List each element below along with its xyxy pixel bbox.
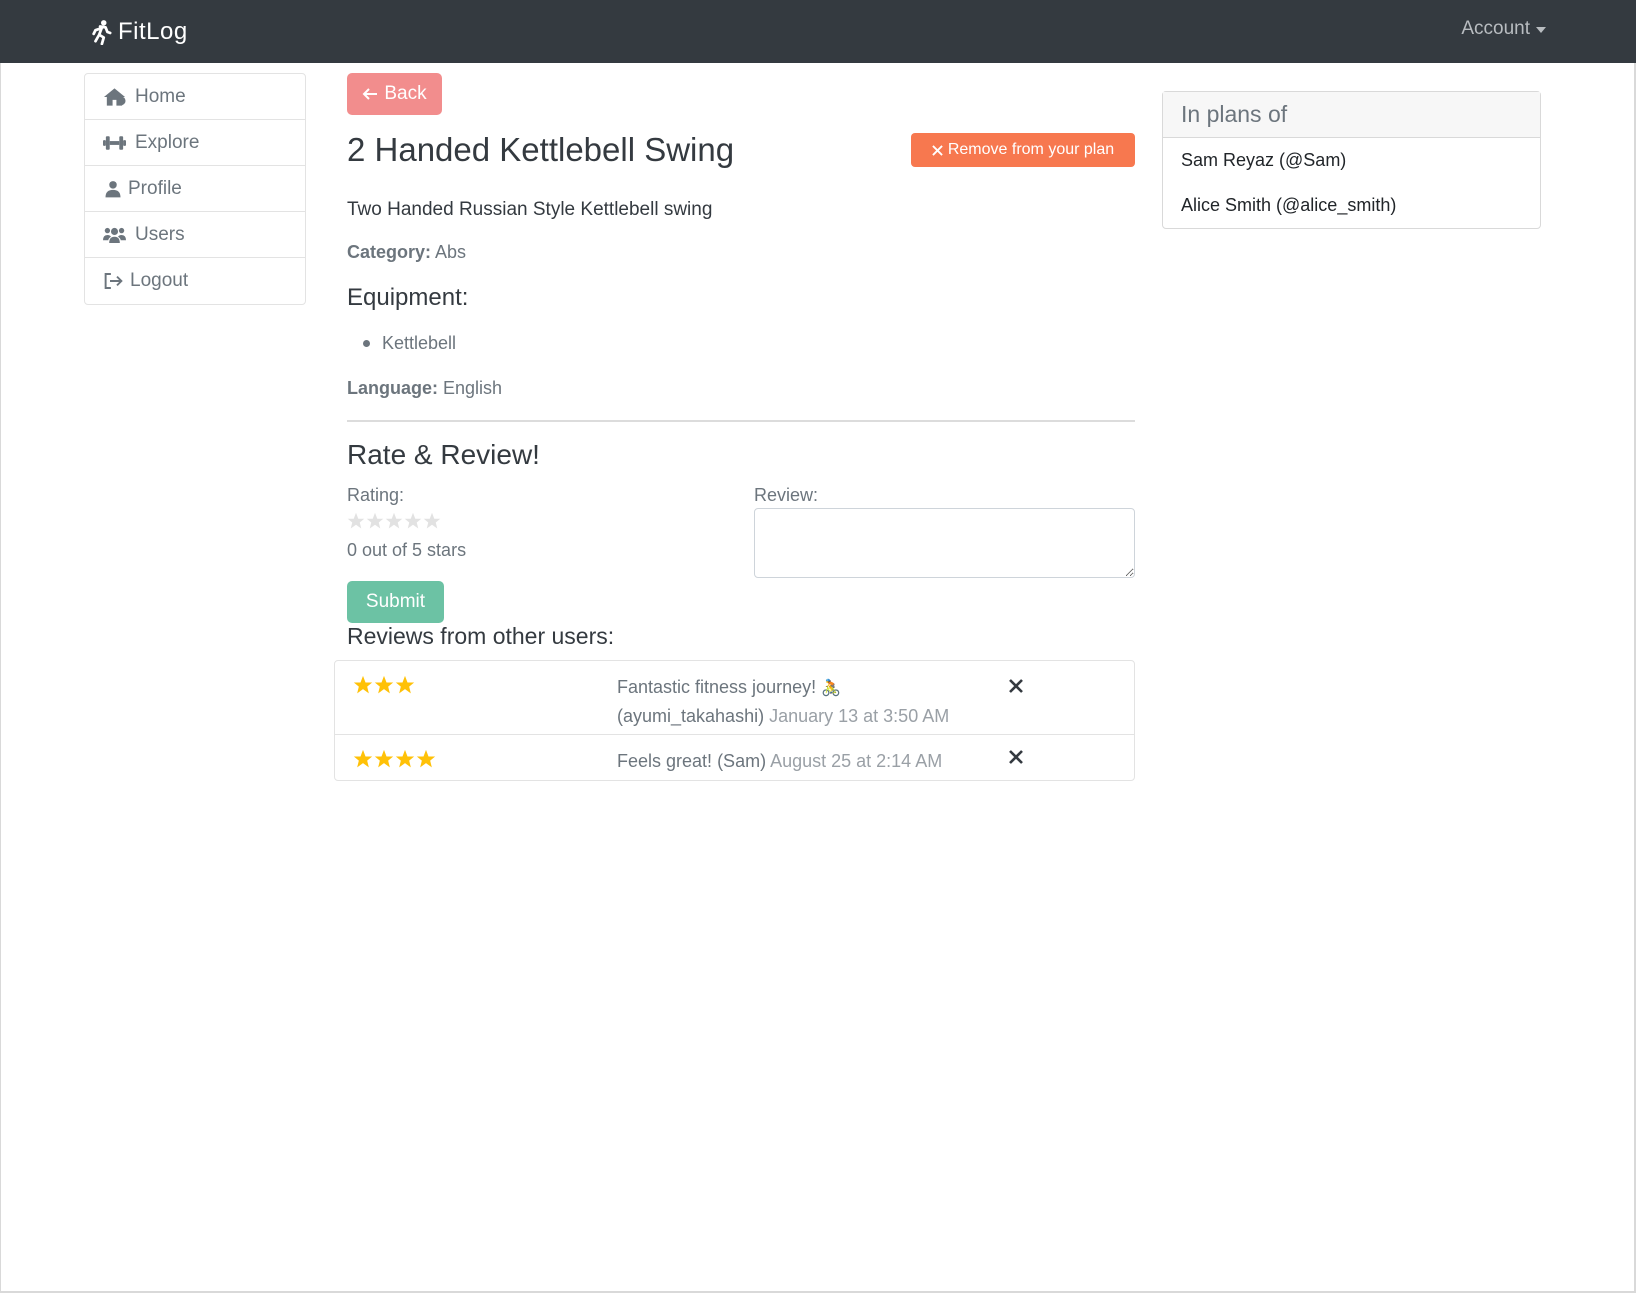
star-icon <box>374 675 394 694</box>
remove-label: Remove from your plan <box>947 141 1115 158</box>
sidebar-item-explore[interactable]: Explore <box>85 120 305 166</box>
brand-name: FitLog <box>118 18 188 45</box>
delete-review-button[interactable] <box>1008 749 1026 767</box>
sidebar-item-label: Home <box>135 85 186 107</box>
rating-value-text: 0 out of 5 stars <box>347 540 467 560</box>
delete-review-button[interactable] <box>1008 678 1026 696</box>
category-line: Category: Abs <box>347 242 466 263</box>
in-plans-heading: In plans of <box>1163 92 1540 138</box>
rate-review-heading: Rate & Review! <box>347 439 540 470</box>
sidebar-item-home[interactable]: Home <box>85 74 305 120</box>
reviews-list: Fantastic fitness journey! 🚴 (ayumi_taka… <box>334 660 1135 781</box>
running-person-icon <box>92 20 112 45</box>
star-icon <box>353 675 373 694</box>
star-icon <box>395 749 415 768</box>
home-icon <box>103 87 126 106</box>
plan-user-item[interactable]: Sam Reyaz (@Sam) <box>1163 138 1540 183</box>
in-plans-card: In plans of Sam Reyaz (@Sam) Alice Smith… <box>1162 91 1541 229</box>
review-text: Fantastic fitness journey! 🚴 (ayumi_taka… <box>617 673 957 730</box>
star-icon[interactable] <box>347 512 365 530</box>
language-value: English <box>443 378 503 398</box>
exercise-title: 2 Handed Kettlebell Swing <box>347 131 735 168</box>
language-label: Language: <box>347 378 439 398</box>
review-stars <box>353 749 436 769</box>
exercise-description: Two Handed Russian Style Kettlebell swin… <box>347 199 713 220</box>
category-label: Category: <box>347 242 432 262</box>
review-row: Feels great! (Sam) August 25 at 2:14 AM <box>335 735 1134 780</box>
sidebar-item-label: Users <box>135 223 185 245</box>
brand-logo[interactable]: FitLog <box>90 14 188 50</box>
star-icon <box>395 675 415 694</box>
plan-user-item[interactable]: Alice Smith (@alice_smith) <box>1163 183 1540 228</box>
account-dropdown[interactable]: Account <box>1461 18 1546 40</box>
review-textarea[interactable] <box>754 508 1135 578</box>
review-label: Review: <box>754 485 819 505</box>
submit-button[interactable]: Submit <box>347 581 444 623</box>
equipment-heading: Equipment: <box>347 284 469 311</box>
category-value: Abs <box>435 242 467 262</box>
star-icon[interactable] <box>385 512 403 530</box>
reviews-heading: Reviews from other users: <box>347 623 615 649</box>
account-label: Account <box>1461 18 1530 39</box>
section-divider <box>347 420 1135 422</box>
review-text: Feels great! (Sam) August 25 at 2:14 AM <box>617 747 1037 775</box>
sidebar-item-users[interactable]: Users <box>85 212 305 258</box>
review-timestamp: August 25 at 2:14 AM <box>770 751 943 771</box>
review-comment: Feels great! <box>617 751 713 771</box>
list-item: Kettlebell <box>363 333 456 354</box>
star-icon[interactable] <box>423 512 441 530</box>
sidebar-item-label: Explore <box>135 131 200 153</box>
sidebar-item-label: Profile <box>128 177 182 199</box>
review-user: (ayumi_takahashi) <box>617 706 765 726</box>
star-icon <box>416 749 436 768</box>
language-line: Language: English <box>347 378 502 399</box>
close-icon <box>1009 750 1023 764</box>
remove-from-plan-button[interactable]: Remove from your plan <box>911 133 1135 167</box>
star-icon[interactable] <box>404 512 422 530</box>
review-timestamp: January 13 at 3:50 AM <box>769 706 950 726</box>
arrow-left-icon <box>362 88 378 100</box>
rating-label: Rating: <box>347 485 405 505</box>
top-navbar: FitLog Account <box>0 0 1636 63</box>
star-rating-input[interactable] <box>347 512 441 530</box>
review-comment: Fantastic fitness journey! <box>617 677 817 697</box>
dumbbell-icon <box>103 135 126 150</box>
review-user: (Sam) <box>717 751 767 771</box>
user-icon <box>105 180 121 197</box>
sidebar-item-logout[interactable]: Logout <box>85 258 305 304</box>
star-icon <box>374 749 394 768</box>
review-stars <box>353 675 415 695</box>
close-icon <box>1009 679 1023 693</box>
cyclist-emoji: 🚴 <box>821 678 842 697</box>
users-icon <box>103 227 126 243</box>
logout-icon <box>104 273 123 289</box>
star-icon[interactable] <box>366 512 384 530</box>
equipment-list: Kettlebell <box>363 333 456 354</box>
sidebar-nav: Home Explore Profile Users Logout <box>84 73 306 305</box>
close-icon <box>932 144 943 156</box>
sidebar-item-label: Logout <box>130 270 189 291</box>
review-row: Fantastic fitness journey! 🚴 (ayumi_taka… <box>335 661 1134 735</box>
back-label: Back <box>384 83 427 104</box>
sidebar-item-profile[interactable]: Profile <box>85 166 305 212</box>
caret-down-icon <box>1536 27 1546 33</box>
star-icon <box>353 749 373 768</box>
back-button[interactable]: Back <box>347 73 442 115</box>
